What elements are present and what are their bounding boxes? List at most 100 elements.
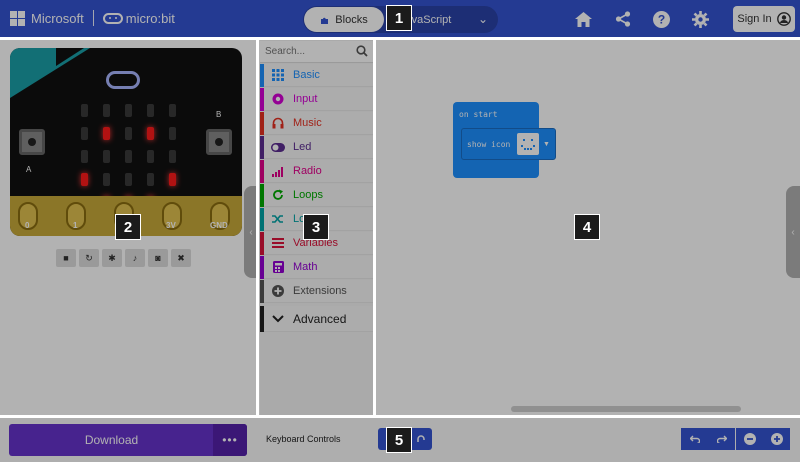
undo-redo-group	[681, 428, 735, 450]
category-label: Loops	[293, 189, 323, 201]
category-label: Extensions	[293, 285, 347, 297]
led	[81, 150, 88, 163]
chevron-down-icon	[271, 312, 285, 326]
category-music[interactable]: Music	[260, 111, 374, 135]
product-name: micro:bit	[125, 10, 175, 26]
icon-picker[interactable]	[517, 133, 539, 155]
keyboard-controls-label: Keyboard Controls	[266, 434, 341, 444]
led-on	[81, 173, 88, 186]
download-label: Download	[84, 433, 139, 447]
share-icon[interactable]	[614, 10, 632, 28]
horizontal-scrollbar[interactable]	[511, 406, 741, 412]
plus-circle-icon	[271, 284, 285, 298]
led	[147, 150, 154, 163]
show-icon-label: show icon	[467, 140, 511, 149]
led-on	[103, 127, 110, 140]
settings-icon[interactable]	[691, 10, 709, 28]
category-input[interactable]: Input	[260, 87, 374, 111]
button-b[interactable]	[206, 129, 232, 155]
category-label: Led	[293, 141, 312, 153]
chevron-down-icon[interactable]: ⌄	[478, 12, 488, 26]
mute-icon[interactable]: ♪	[125, 249, 145, 267]
zoom-out-icon[interactable]	[736, 428, 763, 450]
sign-in-label: Sign In	[737, 13, 772, 25]
led	[125, 127, 132, 140]
category-advanced[interactable]: Advanced	[260, 305, 374, 332]
toolbox-search	[260, 41, 374, 63]
sign-in-button[interactable]: Sign In	[733, 6, 795, 32]
search-input[interactable]	[260, 41, 350, 62]
screenshot-icon[interactable]: ◙	[148, 249, 168, 267]
microbit-board[interactable]: A B 0 1 3V GND	[10, 48, 242, 236]
puzzle-icon	[321, 17, 329, 24]
callout-1: 1	[386, 5, 412, 31]
microbit-logo-icon	[102, 12, 123, 24]
pin-label: 3V	[166, 221, 176, 230]
category-label: Input	[293, 93, 318, 105]
stop-icon[interactable]: ■	[56, 249, 76, 267]
category-led[interactable]: Led	[260, 135, 374, 159]
category-color-bar	[260, 183, 264, 207]
on-start-block[interactable]: on start show icon ▼	[453, 102, 556, 178]
category-label: Advanced	[293, 311, 347, 326]
restart-icon[interactable]: ↻	[79, 249, 99, 267]
category-label: Basic	[293, 69, 320, 81]
category-extensions[interactable]: Extensions	[260, 279, 374, 303]
simulator-toolbar: ■ ↻ ✱ ♪ ◙ ✖	[56, 249, 191, 267]
category-color-bar	[260, 255, 264, 279]
redo-icon	[417, 435, 425, 442]
search-icon[interactable]	[356, 45, 368, 57]
svg-text:?: ?	[657, 12, 664, 26]
headphones-icon	[271, 116, 285, 130]
category-basic[interactable]: Basic	[260, 63, 374, 87]
led	[81, 104, 88, 117]
blocks-tab-label: Blocks	[335, 13, 368, 26]
divider	[373, 38, 376, 416]
pin-label: 0	[25, 221, 30, 230]
category-radio[interactable]: Radio	[260, 159, 374, 183]
on-start-label: on start	[459, 110, 498, 119]
category-color-bar	[260, 231, 264, 255]
divider	[0, 37, 800, 40]
download-button[interactable]: Download •••	[9, 424, 247, 456]
category-math[interactable]: Math	[260, 255, 374, 279]
zoom-group	[736, 428, 790, 450]
more-options-button[interactable]: •••	[213, 424, 247, 456]
category-color-bar	[260, 159, 264, 183]
category-loops[interactable]: Loops	[260, 183, 374, 207]
blocks-tab[interactable]: Blocks	[304, 7, 384, 32]
brand-name: Microsoft	[31, 10, 84, 26]
calculator-icon	[271, 260, 285, 274]
category-color-bar	[260, 207, 264, 231]
help-icon[interactable]: ?	[652, 10, 670, 28]
button-a[interactable]	[19, 129, 45, 155]
led	[169, 150, 176, 163]
button-b-label: B	[216, 110, 222, 119]
category-color-bar	[260, 305, 264, 332]
category-label: Music	[293, 117, 322, 129]
category-label: Radio	[293, 165, 322, 177]
pin-label: 1	[73, 221, 78, 230]
undo-icon[interactable]	[681, 428, 708, 450]
led	[103, 150, 110, 163]
show-icon-block[interactable]: show icon ▼	[461, 128, 556, 160]
fullscreen-icon[interactable]: ✖	[171, 249, 191, 267]
zoom-in-icon[interactable]	[763, 428, 790, 450]
collapse-workspace-handle[interactable]: ‹	[786, 186, 800, 278]
led	[125, 104, 132, 117]
toggle-icon	[271, 140, 285, 154]
debug-icon[interactable]: ✱	[102, 249, 122, 267]
category-color-bar	[260, 279, 264, 303]
brand[interactable]: Microsoft micro:bit	[10, 10, 175, 26]
target-icon	[271, 92, 285, 106]
home-icon[interactable]	[574, 10, 592, 28]
led-on	[169, 173, 176, 186]
redo-icon[interactable]	[708, 428, 735, 450]
callout-3: 3	[303, 214, 329, 240]
category-color-bar	[260, 135, 264, 159]
category-label: Math	[293, 261, 318, 273]
led	[147, 173, 154, 186]
grid-icon	[271, 68, 285, 82]
microbit-logo: micro:bit	[102, 10, 175, 26]
dropdown-arrow-icon[interactable]: ▼	[543, 141, 550, 148]
